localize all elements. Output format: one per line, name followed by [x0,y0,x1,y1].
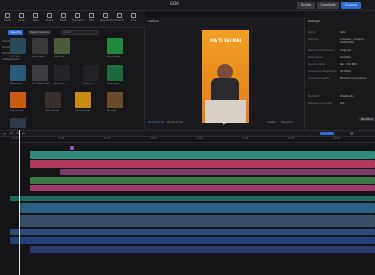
video-caption: MA TI SEI MAI [209,38,242,43]
adjust-track-clip[interactable] [60,169,375,175]
search-input[interactable] [62,30,98,35]
tool-filters[interactable]: Filtri [86,13,97,22]
media-thumb[interactable]: Flix_01.mp4 [32,38,48,58]
modify-button[interactable]: Modifica [359,117,375,121]
tool-bar: Media Audio Testo Adesivi Effetti Transi… [0,11,145,28]
scelta-button[interactable]: Scelta [297,2,315,9]
audio-icon [19,13,24,18]
settings-icon[interactable]: ⚙ [350,131,354,136]
tool-stickers[interactable]: Adesivi [44,13,55,22]
media-thumb[interactable]: FC_ITW9_... [10,38,26,58]
detail-row: Frequenza fotogrammi: 30.00fps [308,70,351,73]
text-track-clip[interactable] [30,151,375,159]
tick-label: 00:40 [104,137,111,140]
media-thumb[interactable]: Scatto.mp4 [107,65,123,85]
media-thumb[interactable]: Sunflower.mp4 [75,92,91,112]
tool-templates[interactable]: Modelli [114,13,125,22]
media-thumb[interactable]: FC_ITW8ok.mp4 [32,65,49,85]
media-panel: Importa Registrazione Importato Libreria… [0,28,145,132]
export-button[interactable]: Esporta [341,2,361,9]
detail-row: Nome: GOA [308,31,346,34]
transition-icon [75,13,80,18]
detail-row: Modalità: Disattivato [308,95,354,98]
text-icon [33,13,38,18]
media-icon [5,13,10,18]
adjust-icon [103,13,108,18]
detail-row: Rapporto dimensioni: Originale [308,49,352,52]
effect-track-clip[interactable] [30,160,375,168]
sidebar-item-link[interactable]: Collegamento [2,58,20,61]
audio-track-clip[interactable] [10,237,375,244]
video-preview[interactable]: MA TI SEI MAI [202,30,249,123]
cursor-icon[interactable]: ➢ [3,131,6,136]
tab-import[interactable]: Importa [8,30,23,35]
tab-recording[interactable]: Registrazione [28,30,51,35]
person-body [211,78,239,102]
timeline-toolbar: ➢ ↶ ↷ ✂ ⚙ [0,130,375,137]
media-thumb[interactable]: Boa.mp4 [107,92,123,112]
details-panel: Dettagli Nome: GOA Percorso: C:/Users/.../… [305,11,375,130]
media-thumb[interactable]: Cavo_di_... [83,65,99,85]
detail-row: Importa progetto: Mantieni la posizione [308,77,367,80]
tick-label: 00:00 [12,137,19,140]
tool-adjust[interactable]: Regolazione [100,13,115,22]
filter-icon [89,13,94,18]
fit-button[interactable]: Adatta [267,121,276,124]
tick-label: 02:00 [288,137,295,140]
detail-row: Spazio colore: Rec. 709 SDR [308,63,357,66]
media-thumb[interactable]: Sole_01.mp4 [10,92,26,112]
tick-label: 00:20 [58,137,65,140]
detail-row: Dimensione del file: N/A [308,102,345,105]
tool-text[interactable]: Testo [30,13,41,22]
media-thumb[interactable]: FC_ITW7.mp4 [10,118,26,132]
share-button[interactable]: Condividi [317,2,339,9]
audio-track-clip[interactable] [10,229,375,235]
template-icon [117,13,122,18]
text-track-clip[interactable] [10,196,375,201]
ratio-button[interactable]: Rapporto [281,121,293,124]
media-thumb[interactable]: Abecedario [10,65,26,85]
split-icon[interactable]: ✂ [22,131,25,136]
overlay-track-clip[interactable] [30,177,375,184]
player-title: Lettore [148,19,159,23]
more-icon [131,13,136,18]
tool-transitions[interactable]: Transizioni [72,13,85,22]
sidebar-item-preset[interactable]: Preset [2,52,10,55]
main-video-track[interactable] [20,215,375,227]
window-title: GOA [170,1,179,6]
video-track-clip[interactable] [20,203,375,213]
zoom-slider[interactable] [320,132,334,135]
undo-icon[interactable]: ↶ [10,131,13,136]
tick-label: 01:20 [196,137,203,140]
timeline-ruler[interactable]: 00:00 00:20 00:40 01:00 01:20 01:40 02:0… [10,137,375,143]
tool-effects[interactable]: Effetti [58,13,69,22]
media-thumb[interactable]: Solo_ok.mp4 [107,38,123,58]
duration: 00:02:27:22 [167,121,183,124]
tool-media[interactable]: Media [2,13,13,22]
tool-audio[interactable]: Audio [16,13,27,22]
timeline: 00:00 00:20 00:40 01:00 01:20 01:40 02:0… [0,137,375,275]
tick-label: 01:40 [242,137,249,140]
media-thumb[interactable]: Glow_04.mp4 [45,92,61,112]
title-bar: GOA Scelta Condividi Esporta [0,0,375,11]
playhead[interactable] [19,130,20,275]
sticker-icon [47,13,52,18]
player-panel: Lettore MA TI SEI MAI 00:00:07:18 00:02:… [145,17,305,130]
play-icon[interactable]: ▶ [223,120,226,125]
tick-label: 02:20 [334,137,341,140]
filter-track-clip[interactable] [30,185,375,191]
detail-row: Percorso: C:/Users/.../CapCut Drafts/GOA [308,38,364,44]
music-track-clip[interactable] [30,246,375,253]
detail-row: Risoluzione: Adattata [308,56,351,59]
details-title: Dettagli [308,19,320,23]
media-thumb[interactable]: Solo_Lima [54,38,70,58]
tool-more[interactable]: Altro [128,13,139,22]
current-time: 00:00:07:18 [148,121,164,124]
effects-icon [61,13,66,18]
tick-label: 01:00 [150,137,157,140]
media-thumb[interactable]: Bg_ora_di_... [54,65,70,85]
sticker-clip[interactable] [70,146,74,150]
